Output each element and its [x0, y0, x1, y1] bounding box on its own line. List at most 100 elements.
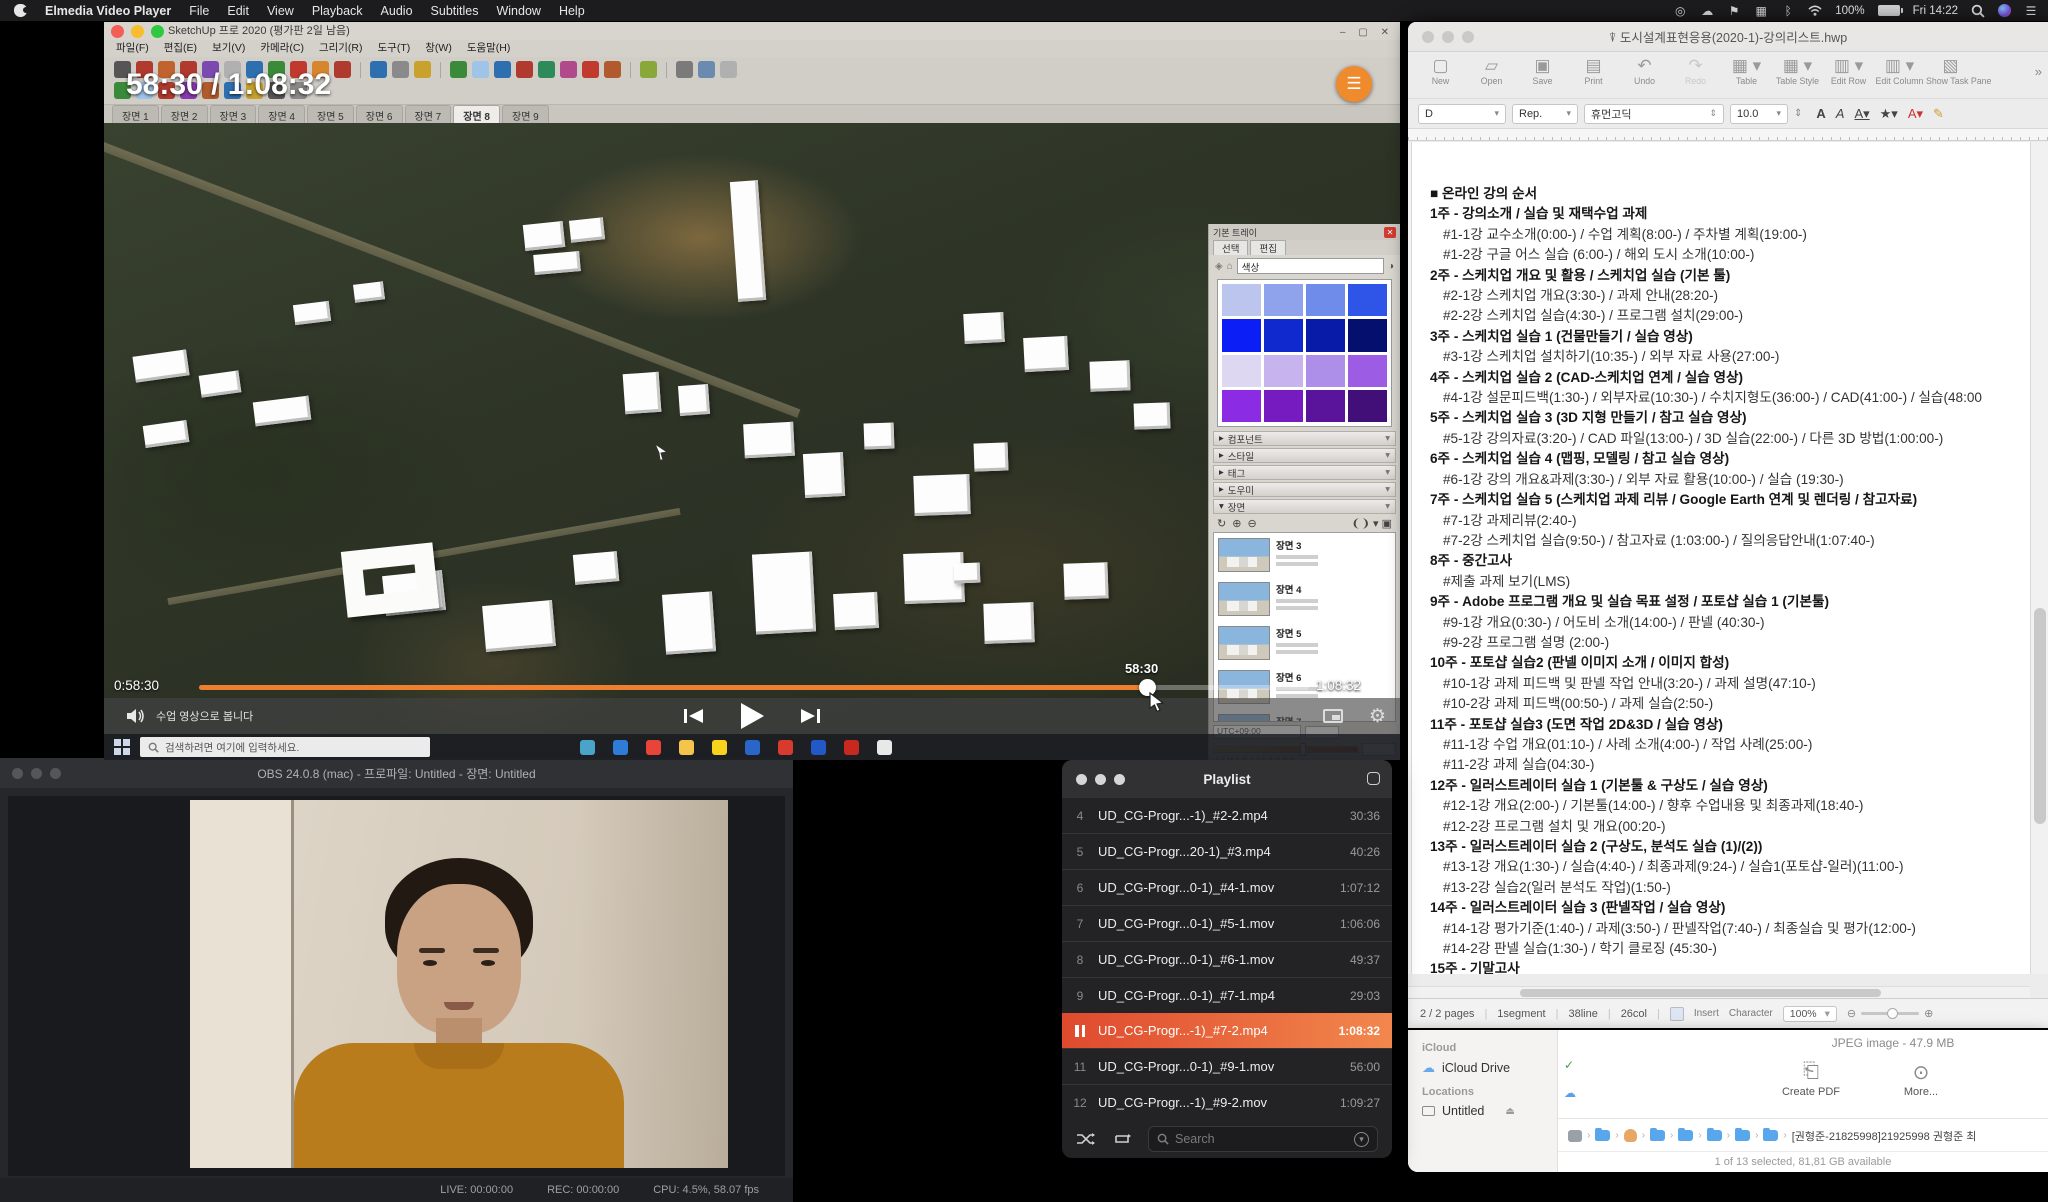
tool-icon[interactable] [516, 61, 533, 78]
underline-button[interactable]: A▾ [1854, 106, 1869, 122]
window-controls-icon[interactable]: ‒ ▢ ✕ [1340, 24, 1394, 40]
tool-icon[interactable] [676, 61, 693, 78]
hwp-tool-open[interactable]: ▱Open [1467, 56, 1516, 86]
color-swatch[interactable] [1348, 355, 1387, 387]
folder-icon[interactable] [1650, 1130, 1665, 1141]
sketchup-menu-item[interactable]: 파일(F) [116, 40, 149, 57]
menu-window[interactable]: Window [496, 4, 540, 18]
playlist-row[interactable]: UD_CG-Progr...-1)_#7-2.mp41:08:32 [1062, 1013, 1392, 1048]
size-stepper[interactable]: ⇕ [1794, 108, 1802, 119]
color-swatch[interactable] [1306, 390, 1345, 422]
italic-button[interactable]: A [1836, 106, 1845, 121]
tool-icon[interactable] [560, 61, 577, 78]
path-file-label[interactable]: [권형준-21825998]21925998 권형준 최 [1792, 1128, 1977, 1144]
color-swatch[interactable] [1222, 355, 1261, 387]
spotlight-icon[interactable] [1971, 4, 1985, 18]
tool-icon[interactable] [370, 61, 387, 78]
tool-icon[interactable] [472, 61, 489, 78]
search-scope-chevron-icon[interactable]: ▾ [1354, 1132, 1369, 1147]
color-swatch[interactable] [1222, 390, 1261, 422]
disk-icon[interactable] [1568, 1130, 1582, 1142]
color-swatch[interactable] [1306, 284, 1345, 316]
menu-audio[interactable]: Audio [381, 4, 413, 18]
sketchup-menu-item[interactable]: 도구(T) [378, 40, 411, 57]
scene-tab[interactable]: 장면 8 [453, 105, 500, 123]
scene-tab[interactable]: 장면 9 [502, 105, 549, 123]
tool-icon[interactable] [392, 61, 409, 78]
color-swatch[interactable] [1306, 355, 1345, 387]
repeat-icon[interactable] [1112, 1132, 1132, 1146]
taskbar-app-icon[interactable] [679, 740, 694, 755]
player-menu-button[interactable]: ☰ [1336, 66, 1372, 102]
color-swatch[interactable] [1222, 319, 1261, 351]
color-swatch[interactable] [1264, 319, 1303, 351]
effects-button[interactable]: ★▾ [1880, 106, 1898, 122]
taskbar-app-icon[interactable] [844, 740, 859, 755]
hwp-tool-show-task-pane[interactable]: ▧Show Task Pane [1926, 56, 1975, 86]
hwp-tool-save[interactable]: ▣Save [1518, 56, 1567, 86]
color-swatch[interactable] [1222, 284, 1261, 316]
hwp-tool-edit-row[interactable]: ▥ ▾Edit Row [1824, 56, 1873, 86]
folder-icon[interactable] [1707, 1130, 1722, 1141]
seek-bar[interactable]: 58:30 [199, 685, 1309, 690]
menu-edit[interactable]: Edit [227, 4, 249, 18]
sketchup-menu-item[interactable]: 그리기(R) [319, 40, 363, 57]
wifi-icon[interactable] [1808, 4, 1822, 18]
tool-icon[interactable] [414, 61, 431, 78]
taskbar-app-icon[interactable] [745, 740, 760, 755]
color-swatch[interactable] [1264, 355, 1303, 387]
taskbar-app-icon[interactable] [712, 740, 727, 755]
bookmark-icon[interactable]: ⚑ [1727, 4, 1741, 18]
next-button[interactable] [799, 707, 821, 725]
shuffle-icon[interactable] [1076, 1132, 1096, 1146]
menu-help[interactable]: Help [559, 4, 585, 18]
hwp-tool-undo[interactable]: ↶Undo [1620, 56, 1669, 86]
sample-paint-icon[interactable]: ◑ [1388, 261, 1394, 272]
tool-icon[interactable] [604, 61, 621, 78]
color-swatch[interactable] [1348, 284, 1387, 316]
siri-icon[interactable] [1998, 4, 2011, 17]
menu-playback[interactable]: Playback [312, 4, 363, 18]
hwp-tool-table[interactable]: ▦ ▾Table [1722, 56, 1771, 86]
color-swatch[interactable] [1348, 390, 1387, 422]
color-swatch[interactable] [1348, 319, 1387, 351]
tray-section-장면[interactable]: ▾장면▾ [1213, 499, 1396, 514]
tray-section-도우미[interactable]: ▸도우미▾ [1213, 482, 1396, 497]
playlist-row[interactable]: 7UD_CG-Progr...0-1)_#5-1.mov1:06:06 [1062, 905, 1392, 941]
play-button[interactable] [739, 702, 765, 730]
scene-tab[interactable]: 장면 5 [307, 105, 354, 123]
scene-tab[interactable]: 장면 3 [210, 105, 257, 123]
previous-button[interactable] [683, 707, 705, 725]
obs-preview-area[interactable] [8, 796, 785, 1176]
zoom-select[interactable]: 100%▾ [1783, 1006, 1837, 1022]
tool-icon[interactable] [720, 61, 737, 78]
hwp-traffic-lights[interactable] [1422, 31, 1474, 43]
font-color-button[interactable]: A▾ [1908, 106, 1923, 122]
taskbar-app-icon[interactable] [811, 740, 826, 755]
insert-mode-icon[interactable] [1670, 1007, 1684, 1021]
keyboard-icon[interactable]: ▦ [1754, 4, 1768, 18]
hwp-tool-redo[interactable]: ↷Redo [1671, 56, 1720, 86]
obs-traffic-lights[interactable] [12, 768, 61, 779]
playlist-row[interactable]: 4UD_CG-Progr...-1)_#2-2.mp430:36 [1062, 798, 1392, 833]
windows-search-box[interactable]: 검색하려면 여기에 입력하세요. [140, 737, 430, 757]
font-size-select[interactable]: 10.0▾ [1730, 104, 1788, 124]
color-swatch[interactable] [1264, 390, 1303, 422]
menu-file[interactable]: File [189, 4, 209, 18]
scene-tab[interactable]: 장면 4 [258, 105, 305, 123]
tool-icon[interactable] [450, 61, 467, 78]
volume-icon[interactable] [126, 708, 146, 724]
sketchup-menu-item[interactable]: 도움말(H) [467, 40, 511, 57]
notification-center-icon[interactable]: ☰ [2024, 4, 2038, 18]
scene-tab[interactable]: 장면 2 [161, 105, 208, 123]
menu-clock[interactable]: Fri 14:22 [1913, 5, 1958, 17]
color-swatch-grid[interactable] [1217, 279, 1392, 427]
scenes-toolbar[interactable]: ↻⊕⊖ ❨❩ ▾ ▣ [1209, 514, 1400, 532]
playlist-row[interactable]: 8UD_CG-Progr...0-1)_#6-1.mov49:37 [1062, 941, 1392, 977]
font-select[interactable]: 휴먼고딕⇕ [1584, 104, 1724, 124]
playlist-search-input[interactable]: Search ▾ [1148, 1126, 1378, 1152]
home-icon[interactable]: ⌂ [1227, 261, 1233, 272]
hwp-tool-new[interactable]: ▢New [1416, 56, 1465, 86]
folder-icon[interactable] [1678, 1130, 1693, 1141]
taskbar-app-icon[interactable] [778, 740, 793, 755]
